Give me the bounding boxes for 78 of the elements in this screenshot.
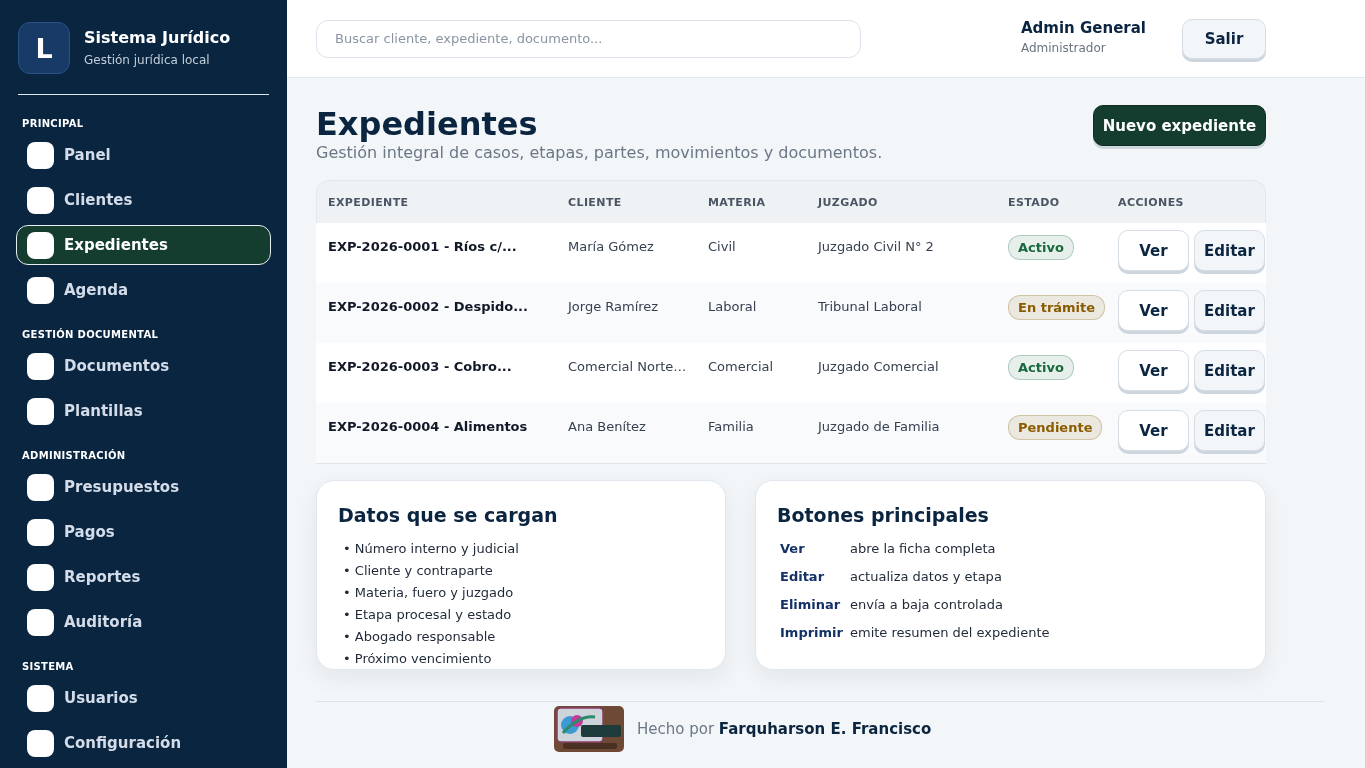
list-item: • Abogado responsable (343, 628, 496, 646)
view-button[interactable]: Ver (1118, 410, 1189, 451)
column-header: CLIENTE (568, 195, 623, 209)
app-subtitle: Gestión jurídica local (84, 53, 211, 68)
logo-tile: L (18, 22, 70, 74)
nav-item[interactable]: Reportes (16, 557, 271, 597)
column-header: ESTADO (1008, 195, 1061, 209)
table-cell-text: Ana Benítez (568, 418, 647, 434)
edit-button[interactable]: Editar (1194, 350, 1265, 391)
table-cell-text: Comercial Norte… (568, 358, 688, 374)
table-cell-text: EXP-2026-0004 - Alimentos (328, 418, 529, 434)
table-cell-text: Laboral (708, 298, 758, 314)
search-field[interactable]: Buscar cliente, expediente, documento... (316, 19, 861, 58)
action-description: abre la ficha completa (850, 540, 996, 556)
column-header: ACCIONES (1118, 195, 1185, 209)
status-badge: Activo (1008, 355, 1074, 380)
table-cell-text: Comercial (708, 358, 775, 374)
nav-item[interactable]: Documentos (16, 346, 271, 386)
view-button[interactable]: Ver (1118, 290, 1189, 331)
table-cell-text: EXP-2026-0001 - Ríos c/... (328, 238, 518, 254)
section-label: ADMINISTRACIÓN (22, 450, 126, 461)
view-button[interactable]: Ver (1118, 350, 1189, 391)
nav-item[interactable]: Agenda (16, 270, 271, 310)
action-description: envía a baja controlada (850, 596, 1003, 612)
column-header: JUZGADO (818, 195, 879, 209)
nav-item[interactable]: Expedientes (16, 225, 271, 265)
card-title: Datos que se cargan (338, 505, 559, 525)
edit-button[interactable]: Editar (1194, 410, 1265, 451)
list-item: • Próximo vencimiento (343, 650, 492, 668)
action-term: Editar (780, 568, 825, 584)
credit-text: Hecho por Farquharson E. Francisco (637, 720, 932, 738)
table-cell-text: Juzgado Civil N° 2 (818, 238, 935, 254)
logo-picture (553, 705, 625, 753)
nav-item[interactable]: Pagos (16, 512, 271, 552)
nav-item[interactable]: Clientes (16, 180, 271, 220)
nav-item[interactable]: Presupuestos (16, 467, 271, 507)
column-header: EXPEDIENTE (328, 195, 410, 209)
table-cell-text: EXP-2026-0002 - Despido... (328, 298, 529, 314)
table-cell-text: Jorge Ramírez (568, 298, 660, 314)
column-header: MATERIA (708, 195, 767, 209)
list-item: • Materia, fuero y juzgado (343, 584, 514, 602)
user-name: Admin General (1020, 19, 1146, 37)
nav-item[interactable]: Auditoría (16, 602, 271, 642)
table-cell-text: Juzgado de Familia (818, 418, 941, 434)
list-item: • Etapa procesal y estado (343, 606, 512, 624)
edit-button[interactable]: Editar (1194, 290, 1265, 331)
logout-button[interactable]: Salir (1182, 18, 1266, 59)
table-cell-text: Civil (708, 238, 737, 254)
nav-item[interactable]: Configuración (16, 723, 271, 763)
view-button[interactable]: Ver (1118, 230, 1189, 271)
section-label: GESTIÓN DOCUMENTAL (22, 329, 159, 340)
status-badge: En trámite (1008, 295, 1106, 320)
action-term: Eliminar (780, 596, 841, 612)
card-title: Botones principales (777, 505, 990, 525)
list-item: • Cliente y contraparte (343, 562, 493, 580)
page-subtitle: Gestión integral de casos, etapas, partes, movimientos y documentos. (316, 143, 883, 163)
status-badge: Activo (1008, 235, 1074, 260)
table-cell-text: María Gómez (568, 238, 655, 254)
section-label: PRINCIPAL (22, 118, 84, 129)
table-cell-text: EXP-2026-0003 - Cobro... (328, 358, 513, 374)
nav-item[interactable]: Panel (16, 135, 271, 175)
list-item: • Número interno y judicial (343, 540, 519, 558)
new-case-button[interactable]: Nuevo expediente (1093, 105, 1266, 146)
edit-button[interactable]: Editar (1194, 230, 1265, 271)
table-cell-text: Familia (708, 418, 755, 434)
nav-item[interactable]: Plantillas (16, 391, 271, 431)
action-description: actualiza datos y etapa (850, 568, 1002, 584)
status-badge: Pendiente (1008, 415, 1103, 440)
page-title: Expedientes (316, 105, 538, 143)
app-title: Sistema Jurídico (84, 28, 231, 48)
action-description: emite resumen del expediente (850, 624, 1050, 640)
section-label: SISTEMA (22, 661, 74, 672)
table-cell-text: Juzgado Comercial (818, 358, 940, 374)
action-term: Imprimir (780, 624, 843, 640)
table-cell-text: Tribunal Laboral (818, 298, 923, 314)
action-term: Ver (780, 540, 805, 556)
user-role: Administrador (1020, 41, 1107, 56)
nav-item[interactable]: Usuarios (16, 678, 271, 718)
